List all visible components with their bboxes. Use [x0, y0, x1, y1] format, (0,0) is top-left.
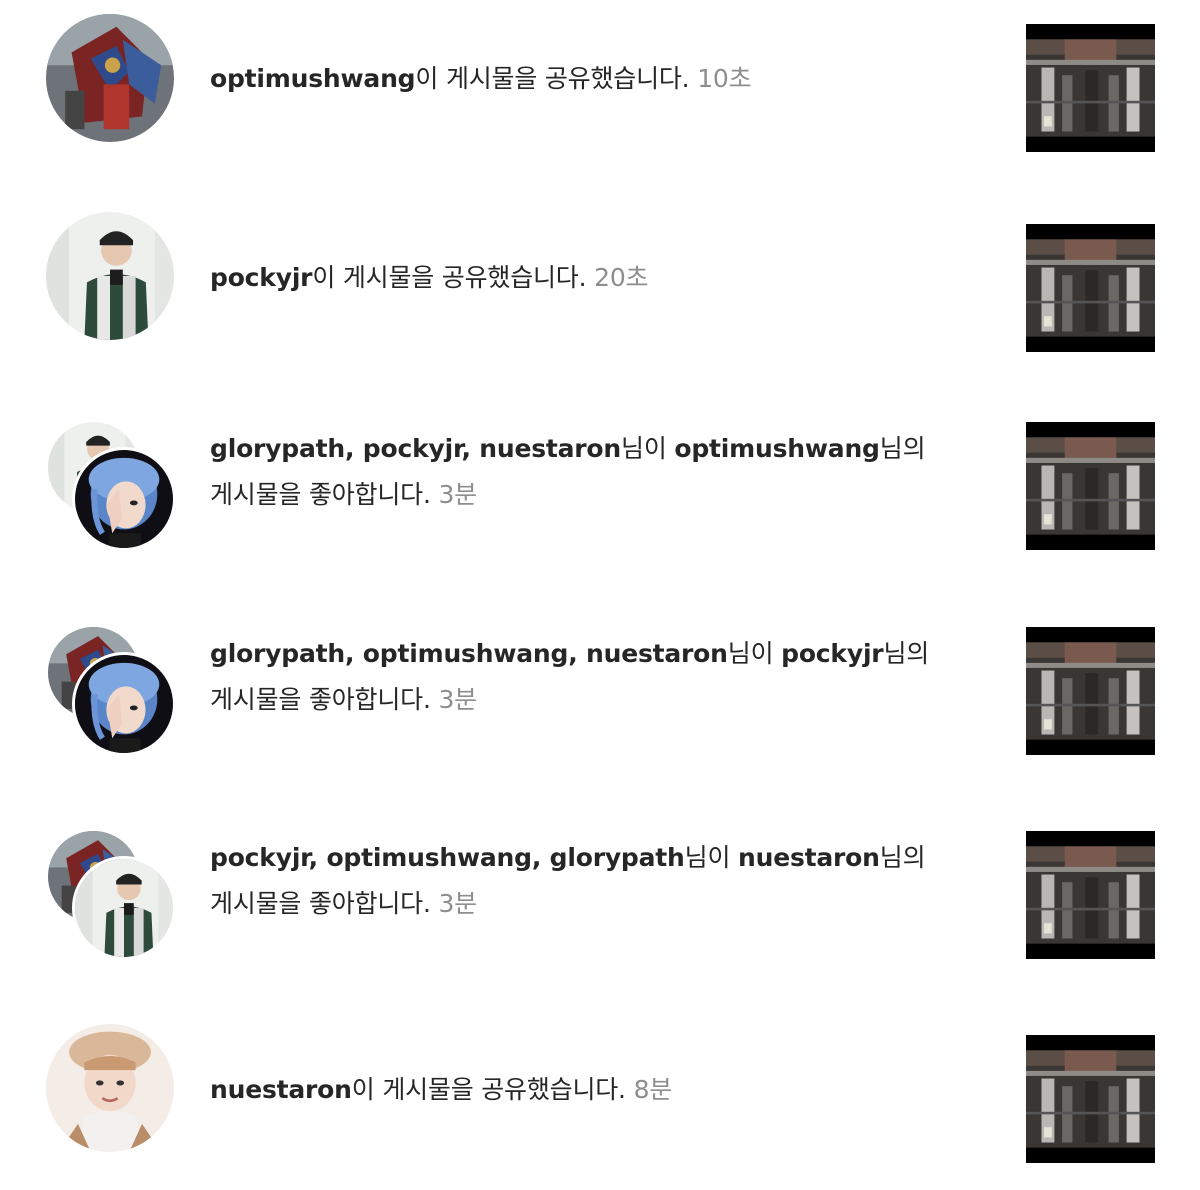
action-text: 님의: [883, 639, 930, 668]
action-text: 님이: [727, 639, 774, 668]
notification-text: nuestaron이 게시물을 공유했습니다. 8분: [210, 1067, 950, 1113]
avatar-pockyjr[interactable]: [46, 212, 174, 340]
username-link[interactable]: nuestaron: [586, 639, 728, 668]
avatar-pockyjr[interactable]: [72, 856, 176, 960]
notification-item[interactable]: pockyjr, optimushwang, glorypath님이 nuest…: [0, 829, 1200, 961]
avatar-glorypath[interactable]: [72, 652, 176, 756]
username-link[interactable]: pockyjr: [210, 843, 309, 872]
separator: ,: [344, 434, 363, 463]
post-thumbnail[interactable]: [1026, 422, 1155, 550]
username-link[interactable]: optimushwang: [326, 843, 532, 872]
activity-feed: optimushwang이 게시물을 공유했습니다. 10초 pockyjr이 …: [0, 0, 1200, 1190]
notification-text: glorypath, optimushwang, nuestaron님이 poc…: [210, 631, 950, 723]
separator: ,: [568, 639, 586, 668]
timestamp: 3분: [438, 480, 477, 509]
avatar-group: [46, 14, 176, 144]
avatar-optimushwang[interactable]: [46, 14, 174, 142]
post-thumbnail[interactable]: [1026, 831, 1155, 959]
username-link[interactable]: optimushwang: [210, 64, 416, 93]
avatar-nuestaron[interactable]: [46, 1024, 174, 1152]
username-link[interactable]: glorypath: [210, 434, 345, 463]
username-link[interactable]: nuestaron: [479, 434, 621, 463]
notification-item[interactable]: pockyjr이 게시물을 공유했습니다. 20초: [0, 212, 1200, 352]
separator: ,: [531, 843, 550, 872]
notification-text: optimushwang이 게시물을 공유했습니다. 10초: [210, 56, 950, 102]
notification-text: pockyjr, optimushwang, glorypath님이 nuest…: [210, 835, 950, 927]
post-thumbnail[interactable]: [1026, 627, 1155, 755]
timestamp: 3분: [438, 685, 477, 714]
notification-item[interactable]: optimushwang이 게시물을 공유했습니다. 10초: [0, 14, 1200, 152]
username-link[interactable]: optimushwang: [674, 434, 880, 463]
separator: ,: [308, 843, 327, 872]
post-thumbnail[interactable]: [1026, 224, 1155, 352]
action-text: 이 게시물을 공유했습니다.: [415, 64, 690, 93]
action-text: 게시물을 좋아합니다.: [210, 480, 431, 509]
post-thumbnail[interactable]: [1026, 1035, 1155, 1163]
username-link[interactable]: glorypath: [550, 843, 685, 872]
avatar-group: [46, 1024, 176, 1154]
notification-item[interactable]: glorypath, pockyjr, nuestaron님이 optimush…: [0, 420, 1200, 552]
timestamp: 8분: [633, 1075, 673, 1104]
action-text: 님의: [879, 843, 926, 872]
action-text: 님의: [879, 434, 926, 463]
notification-text: pockyjr이 게시물을 공유했습니다. 20초: [210, 255, 950, 301]
notification-item[interactable]: glorypath, optimushwang, nuestaron님이 poc…: [0, 625, 1200, 757]
username-link[interactable]: pockyjr: [363, 434, 462, 463]
timestamp: 10초: [697, 64, 752, 93]
username-link[interactable]: optimushwang: [363, 639, 569, 668]
username-link[interactable]: nuestaron: [210, 1075, 352, 1104]
separator: ,: [461, 434, 480, 463]
avatar-group: [46, 420, 176, 551]
action-text: 게시물을 좋아합니다.: [210, 685, 431, 714]
notification-item[interactable]: nuestaron이 게시물을 공유했습니다. 8분: [0, 1024, 1200, 1163]
avatar-group: [46, 829, 176, 960]
avatar-glorypath[interactable]: [72, 447, 176, 551]
timestamp: 3분: [438, 889, 477, 918]
action-text: 님이: [621, 434, 667, 463]
username-link[interactable]: pockyjr: [210, 263, 313, 292]
username-link[interactable]: pockyjr: [781, 639, 884, 668]
avatar-group: [46, 212, 176, 342]
action-text: 이 게시물을 공유했습니다.: [351, 1075, 626, 1104]
username-link[interactable]: nuestaron: [738, 843, 880, 872]
timestamp: 20초: [594, 263, 649, 292]
action-text: 게시물을 좋아합니다.: [210, 889, 431, 918]
action-text: 님이: [684, 843, 731, 872]
username-link[interactable]: glorypath: [210, 639, 345, 668]
post-thumbnail[interactable]: [1026, 24, 1155, 152]
notification-text: glorypath, pockyjr, nuestaron님이 optimush…: [210, 426, 950, 518]
separator: ,: [344, 639, 363, 668]
avatar-group: [46, 625, 176, 756]
action-text: 이 게시물을 공유했습니다.: [312, 263, 587, 292]
